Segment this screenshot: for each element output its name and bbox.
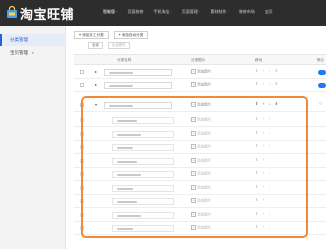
plus-icon: + (79, 33, 82, 37)
nav-item-material[interactable]: 素材制作 · (210, 9, 228, 15)
sidebar-item-goods[interactable]: 宝贝管理 ∨ (0, 47, 66, 59)
move-arrows-icon[interactable]: ⇞ ↑ ↓ ⇟ (255, 68, 280, 73)
add-image-label: 添加图片 (197, 69, 212, 74)
blurred-category-name (109, 85, 133, 87)
row-checkbox[interactable] (80, 70, 84, 74)
column-header-image: 分类图片 (191, 58, 206, 62)
sidebar-item-label: 宝贝管理 (10, 50, 28, 55)
move-arrows-icon[interactable]: ⇞ ↑ ↓ ⇟ (255, 81, 280, 86)
add-image-button[interactable]: + 添加图片 (191, 69, 211, 74)
category-name-input[interactable] (104, 69, 172, 76)
column-header-name: 分类名称 (117, 58, 132, 62)
select-all-button[interactable]: 全选 (88, 42, 103, 49)
nav-item-decoration[interactable]: 页面装修 (127, 9, 143, 15)
plus-icon: + (118, 33, 121, 37)
table-row: ▸ + 添加图片 ⇞ ↑ ↓ ⇟ (74, 66, 326, 79)
logo-text: 淘宝旺铺 (20, 8, 75, 23)
triangle-right-icon[interactable]: ▸ (95, 69, 97, 74)
sidebar-item-label: 分类管理 (10, 37, 28, 42)
search-icon[interactable]: ○ (319, 101, 322, 107)
row-checkbox[interactable] (80, 83, 84, 87)
table-row: ▸ + 添加图片 ⇞ ↑ ↓ ⇟ (74, 79, 326, 92)
top-bar: 淘宝旺铺 智能版 · 页面装修 手机淘宝 · 页面管理 · 素材制作 · 装修市… (0, 0, 326, 26)
batch-delete-button[interactable]: 批量删除 (108, 42, 130, 49)
toolbar: +添加手工分类 +添加自动分类 (74, 31, 153, 39)
nav-item-goods[interactable]: 宝贝 (265, 9, 273, 15)
add-image-label: 添加图片 (197, 82, 212, 87)
column-header-default: 默认 (317, 58, 325, 62)
sidebar: 分类管理 宝贝管理 ∨ (0, 26, 66, 249)
add-auto-category-button[interactable]: +添加自动分类 (113, 31, 149, 39)
image-plus-icon: + (191, 69, 196, 74)
button-label: 添加自动分类 (121, 33, 144, 37)
default-toggle[interactable] (318, 83, 326, 88)
default-toggle[interactable] (318, 70, 326, 75)
triangle-right-icon[interactable]: ▸ (95, 82, 97, 87)
nav-item-page-manage[interactable]: 页面管理 · (182, 9, 200, 15)
nav-item-mobile[interactable]: 手机淘宝 · (153, 9, 171, 15)
shop-bag-icon (7, 6, 17, 18)
add-image-button[interactable]: + 添加图片 (191, 82, 211, 87)
category-name-input[interactable] (104, 82, 172, 89)
nav-item-market[interactable]: 装修市场 (239, 9, 255, 15)
blurred-category-name (109, 72, 133, 74)
add-manual-category-button[interactable]: +添加手工分类 (74, 31, 109, 39)
table-header: 分类名称 分类图片 移动 默认 (74, 54, 326, 65)
highlight-box (81, 96, 308, 238)
nav-item-version[interactable]: 智能版 · (103, 9, 117, 15)
top-nav: 智能版 · 页面装修 手机淘宝 · 页面管理 · 素材制作 · 装修市场 宝贝 (103, 9, 283, 15)
chevron-down-icon: ∨ (31, 50, 35, 55)
sidebar-item-category[interactable]: 分类管理 (0, 34, 66, 46)
column-header-move: 移动 (255, 58, 263, 62)
button-label: 添加手工分类 (82, 33, 104, 37)
image-plus-icon: + (191, 82, 196, 87)
